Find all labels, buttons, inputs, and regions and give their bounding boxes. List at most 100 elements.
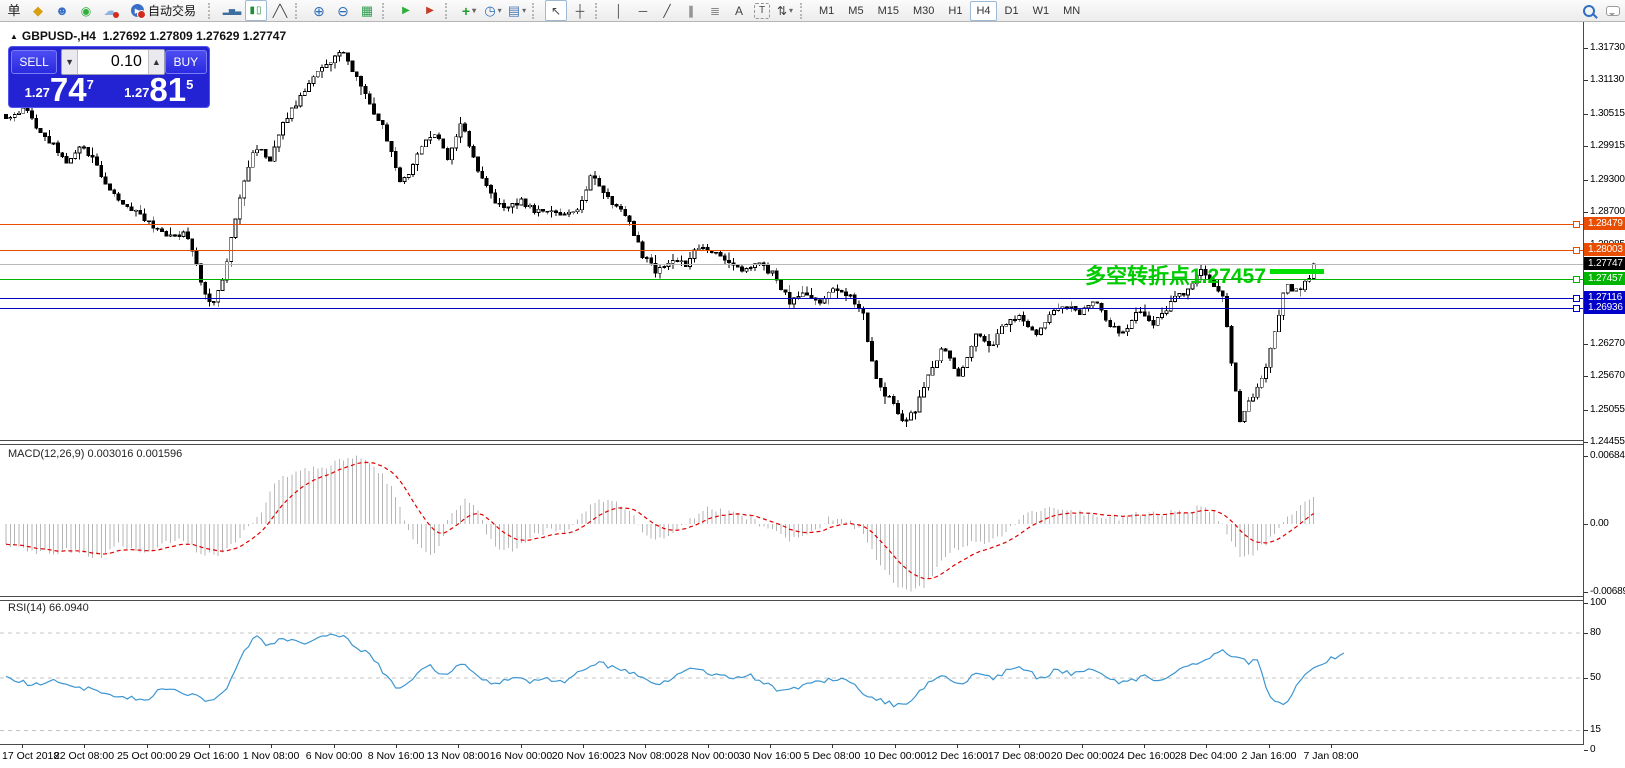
time-axis-label: 1 Nov 08:00	[237, 750, 305, 762]
buy-price-sup: 5	[186, 77, 193, 92]
time-axis-label: 2 Jan 16:00	[1235, 750, 1303, 762]
time-axis-label: 28 Dec 04:00	[1172, 750, 1240, 762]
time-axis-label: 8 Nov 16:00	[362, 750, 430, 762]
line-chart-icon[interactable]: ╱╲	[269, 0, 291, 21]
collapse-triangle-icon[interactable]: ▲	[10, 32, 18, 41]
cursor-icon[interactable]: ↖	[545, 0, 567, 21]
buy-price-big: 81	[149, 76, 186, 104]
time-axis-tick	[583, 744, 584, 748]
time-axis-tick	[1269, 744, 1270, 748]
toolbar-group-separator	[800, 3, 809, 19]
horizontal-level-line[interactable]	[0, 308, 1583, 309]
equidistant-channel-icon[interactable]: ∥	[680, 0, 702, 21]
price-axis-border	[1583, 22, 1584, 744]
mt4-terminal-window: 单◆☻◉☁▶自动交易 ▂▅▃▮▯╱╲ ⊕⊖▦ ▶▶ +▾◷▾▤▾ ↖┼ │─╱∥≣AT⇅▾ M…	[0, 0, 1625, 768]
tile-windows-icon[interactable]: ▦	[356, 0, 378, 21]
time-axis-label: 28 Nov 00:00	[674, 750, 742, 762]
horizontal-level-line[interactable]	[0, 224, 1583, 225]
one-click-trading-panel: SELL ▼ ▲ BUY 1.27747 1.27815	[8, 46, 210, 108]
sell-price-display[interactable]: 1.27747	[11, 75, 108, 105]
time-axis-label: 7 Jan 08:00	[1297, 750, 1365, 762]
text-icon[interactable]: A	[728, 0, 750, 21]
market-icon[interactable]: ☁	[99, 0, 121, 21]
trend-segment-line[interactable]	[1270, 269, 1324, 274]
zoom-out-icon[interactable]: ⊖	[332, 0, 354, 21]
current-price-line[interactable]	[0, 264, 1583, 265]
time-axis-label: 22 Oct 08:00	[50, 750, 118, 762]
time-axis-label: 20 Nov 16:00	[549, 750, 617, 762]
time-axis-label: 29 Oct 16:00	[175, 750, 243, 762]
horizontal-level-line[interactable]	[0, 298, 1583, 299]
crosshair-icon[interactable]: ┼	[569, 0, 591, 21]
search-icon[interactable]	[1578, 0, 1600, 21]
volume-input[interactable]	[78, 50, 148, 74]
timeframe-h1-button[interactable]: H1	[942, 1, 968, 21]
periods-button[interactable]: ◷▾	[482, 0, 504, 21]
price-axis-tick-label: 1.30515	[1590, 108, 1625, 119]
time-axis-tick	[645, 744, 646, 748]
candlestick-chart-icon[interactable]: ▮▯	[245, 0, 267, 21]
price-axis-tick	[1584, 212, 1588, 213]
macd-panel-separator[interactable]	[0, 440, 1583, 445]
zoom-in-icon[interactable]: ⊕	[308, 0, 330, 21]
timeframe-m30-button[interactable]: M30	[907, 1, 940, 21]
rsi-axis-tick-label: 50	[1590, 672, 1601, 683]
templates-button[interactable]: ▤▾	[506, 0, 528, 21]
symbol-timeframe-label: GBPUSD-,H4	[22, 29, 96, 43]
horizontal-level-line[interactable]	[0, 250, 1583, 251]
line-endpoint-handle[interactable]	[1573, 247, 1580, 254]
line-endpoint-handle[interactable]	[1573, 276, 1580, 283]
horizontal-line-icon[interactable]: ─	[632, 0, 654, 21]
rsi-axis-tick	[1584, 750, 1588, 751]
indicators-button[interactable]: +▾	[458, 0, 480, 21]
rsi-axis-tick	[1584, 678, 1588, 679]
sell-price-big: 74	[50, 76, 87, 104]
timeframe-d1-button[interactable]: D1	[999, 1, 1025, 21]
dropdown-arrow-icon: ▾	[498, 7, 502, 15]
time-axis-tick	[396, 744, 397, 748]
new-order-icon[interactable]: 单	[3, 0, 25, 21]
chart-shift-icon[interactable]: ▶	[419, 0, 441, 21]
level-price-label: 1.28003	[1584, 243, 1625, 256]
metaeditor-icon[interactable]: ◆	[27, 0, 49, 21]
vertical-line-icon[interactable]: │	[608, 0, 630, 21]
level-price-label: 1.27457	[1584, 272, 1625, 285]
line-endpoint-handle[interactable]	[1573, 305, 1580, 312]
timeframe-w1-button[interactable]: W1	[1027, 1, 1056, 21]
main-price-chart[interactable]	[0, 22, 1583, 440]
text-label-icon[interactable]: T	[754, 3, 770, 19]
price-axis-tick	[1584, 180, 1588, 181]
trendline-icon[interactable]: ╱	[656, 0, 678, 21]
time-axis-tick	[458, 744, 459, 748]
signals-icon[interactable]: ◉	[75, 0, 97, 21]
timeframe-h4-button[interactable]: H4	[970, 1, 996, 21]
timeframe-m15-button[interactable]: M15	[872, 1, 905, 21]
macd-label: MACD(12,26,9) 0.003016 0.001596	[8, 448, 182, 460]
toolbar-group-separator	[532, 3, 541, 19]
auto-scroll-icon[interactable]: ▶	[395, 0, 417, 21]
bar-chart-icon[interactable]: ▂▅▃	[221, 0, 243, 21]
autotrading-button[interactable]: ▶自动交易	[124, 0, 203, 21]
time-axis-tick	[1331, 744, 1332, 748]
buy-price-display[interactable]: 1.27815	[111, 75, 208, 105]
macd-indicator-chart[interactable]	[0, 445, 1583, 596]
toolbar-group-separator	[208, 3, 217, 19]
macd-axis-tick-label: 0.00	[1590, 518, 1609, 529]
time-axis-tick	[832, 744, 833, 748]
line-endpoint-handle[interactable]	[1573, 221, 1580, 228]
time-axis-tick	[1206, 744, 1207, 748]
mql5-profile-icon[interactable]: ☻	[51, 0, 73, 21]
rsi-panel-separator[interactable]	[0, 596, 1583, 601]
rsi-indicator-chart[interactable]	[0, 601, 1583, 744]
chat-icon[interactable]	[1602, 0, 1624, 21]
timeframe-m1-button[interactable]: M1	[813, 1, 840, 21]
timeframe-m5-button[interactable]: M5	[842, 1, 869, 21]
horizontal-level-line[interactable]	[0, 279, 1583, 280]
timeframe-mn-button[interactable]: MN	[1057, 1, 1086, 21]
time-axis-tick	[22, 744, 23, 748]
sell-price-sup: 7	[87, 77, 94, 92]
line-endpoint-handle[interactable]	[1573, 295, 1580, 302]
fibonacci-icon[interactable]: ≣	[704, 0, 726, 21]
arrows-button[interactable]: ⇅▾	[774, 0, 796, 21]
price-axis-tick-label: 1.29300	[1590, 174, 1625, 185]
